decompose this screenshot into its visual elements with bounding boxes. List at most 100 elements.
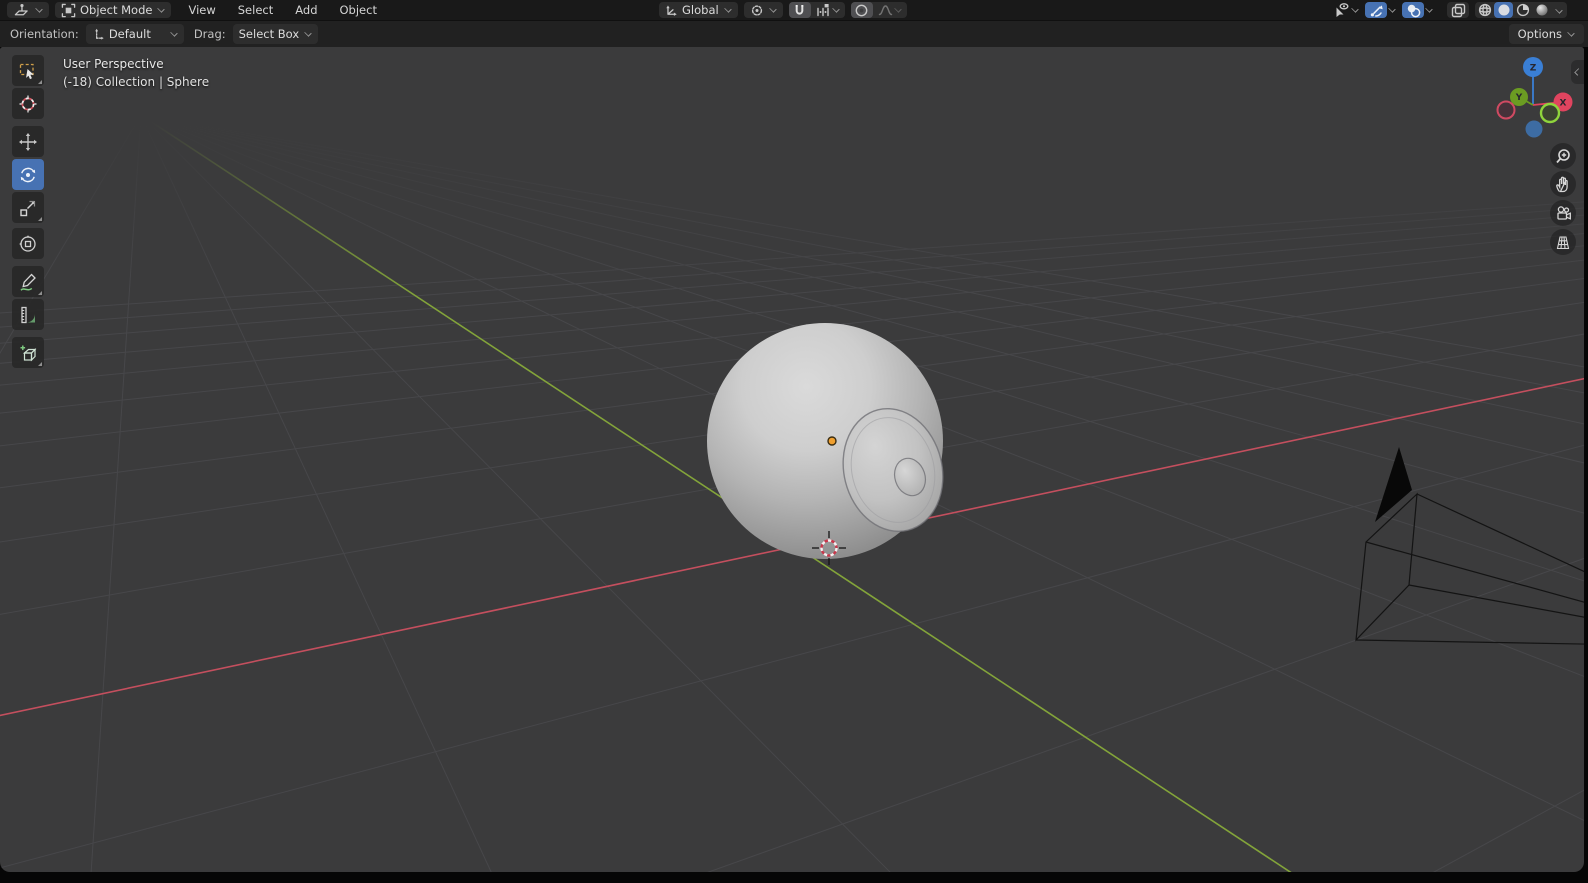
menu-select[interactable]: Select — [227, 3, 284, 17]
blender-window: Object Mode View Select Add Object Globa… — [0, 0, 1588, 883]
tool-annotate[interactable] — [12, 266, 44, 297]
drag-mode-dropdown[interactable]: Select Box — [232, 24, 319, 44]
solid-icon — [1498, 4, 1509, 16]
viewport-header: Object Mode View Select Add Object Globa… — [0, 0, 1588, 20]
xray-toggle[interactable] — [1447, 2, 1469, 18]
shading-material-button[interactable] — [1513, 2, 1532, 18]
zoom-button[interactable] — [1550, 143, 1576, 169]
menu-view[interactable]: View — [177, 3, 226, 17]
shading-mode-group — [1475, 2, 1567, 18]
tool-scale[interactable] — [12, 192, 44, 223]
drag-label: Drag: — [193, 27, 226, 41]
chevron-down-icon — [1351, 4, 1359, 13]
gizmos-toggle[interactable] — [1365, 2, 1387, 18]
orientation-dropdown[interactable]: Global — [659, 2, 738, 18]
magnet-icon — [795, 4, 804, 15]
viewport-info-text: User Perspective (-18) Collection | Sphe… — [63, 55, 209, 91]
sidebar-toggle-tab[interactable] — [1571, 60, 1584, 84]
chevron-down-icon — [832, 4, 840, 13]
scene-canvas[interactable] — [0, 47, 1584, 872]
tool-options-indicator — [38, 362, 42, 366]
drag-value: Select Box — [238, 27, 300, 41]
gizmo-z-axis[interactable]: Z — [1523, 57, 1543, 77]
svg-text:Y: Y — [1515, 93, 1523, 103]
chevron-down-icon — [35, 4, 43, 13]
chevron-down-icon[interactable] — [1555, 6, 1563, 14]
gizmo-z-negative[interactable] — [1525, 120, 1543, 138]
toolbar — [12, 55, 44, 370]
tool-options-indicator — [38, 291, 42, 295]
proportional-editing-toggle[interactable] — [850, 2, 873, 18]
gizmos-control — [1365, 2, 1396, 18]
chevron-left-icon — [1573, 68, 1582, 76]
snap-target-dropdown[interactable] — [811, 2, 845, 18]
3d-viewport[interactable]: User Perspective (-18) Collection | Sphe… — [0, 47, 1584, 872]
overlays-toggle[interactable] — [1402, 2, 1424, 18]
falloff-dropdown[interactable] — [873, 2, 907, 18]
camera-view-icon — [1557, 206, 1571, 220]
svg-text:Z: Z — [1530, 63, 1537, 73]
tool-move[interactable] — [12, 126, 44, 157]
chevron-down-icon — [157, 4, 166, 13]
visibility-dropdown[interactable] — [1333, 2, 1359, 18]
orientation-default-dropdown[interactable]: Default — [85, 24, 184, 44]
axis-icon — [666, 4, 677, 16]
chevron-down-icon — [768, 4, 777, 13]
orthographic-toggle-button[interactable] — [1550, 229, 1576, 255]
viewport-editor-icon — [14, 3, 28, 15]
transform-controls: Global — [659, 2, 907, 18]
tool-rotate[interactable] — [12, 159, 44, 190]
editor-type-button[interactable] — [7, 2, 49, 18]
chevron-down-icon[interactable] — [1388, 4, 1396, 13]
gizmo-x-negative[interactable] — [1496, 100, 1516, 120]
svg-text:X: X — [1560, 98, 1567, 108]
tool-add-cube[interactable] — [12, 337, 44, 368]
orthographic-grid-icon — [1556, 236, 1570, 250]
tool-settings-bar: Orientation: Default Drag: Select Box Op… — [0, 20, 1588, 47]
object-origin-dot — [827, 436, 837, 446]
orientation-label: Orientation: — [10, 27, 79, 41]
proportional-group — [850, 2, 907, 18]
horizon-fade — [0, 47, 1584, 297]
shading-rendered-button[interactable] — [1532, 2, 1551, 18]
chevron-down-icon — [723, 4, 732, 13]
chevron-down-icon — [304, 28, 312, 37]
falloff-curve-icon — [878, 5, 892, 16]
chevron-down-icon — [893, 4, 902, 13]
snap-toggle[interactable] — [788, 2, 811, 18]
gizmo-icon — [1370, 4, 1383, 17]
shading-solid-button[interactable] — [1494, 2, 1513, 18]
tool-cursor[interactable] — [12, 88, 44, 119]
tool-options-indicator — [38, 80, 42, 84]
pivot-point-icon — [751, 5, 762, 16]
tool-measure[interactable] — [12, 299, 44, 330]
mode-selector[interactable]: Object Mode — [55, 2, 172, 18]
menu-object[interactable]: Object — [329, 3, 388, 17]
pivot-point-dropdown[interactable] — [743, 2, 783, 18]
tool-select-box[interactable] — [12, 55, 44, 86]
camera-up-triangle — [1375, 447, 1412, 522]
chevron-down-icon[interactable] — [1425, 4, 1433, 13]
gizmo-y-negative[interactable] — [1539, 102, 1561, 124]
camera-object[interactable] — [1355, 447, 1584, 647]
camera-view-button[interactable] — [1550, 200, 1576, 226]
overlays-icon — [1407, 4, 1420, 17]
zoom-icon — [1556, 149, 1570, 164]
tool-options-indicator — [38, 217, 42, 221]
wireframe-icon — [1478, 3, 1491, 17]
overlays-control — [1402, 2, 1433, 18]
options-label: Options — [1517, 27, 1562, 41]
shading-wireframe-button[interactable] — [1475, 2, 1494, 18]
material-preview-icon — [1516, 3, 1529, 17]
options-dropdown[interactable]: Options — [1508, 24, 1584, 44]
pan-button[interactable] — [1550, 171, 1576, 197]
increment-snap-icon — [817, 3, 829, 16]
object-mode-icon — [61, 3, 76, 17]
menu-add[interactable]: Add — [284, 3, 328, 17]
navigation-gizmo[interactable]: Z Y X — [1492, 55, 1576, 139]
orientation-icon — [94, 28, 104, 40]
xray-icon — [1451, 3, 1465, 17]
orientation-value: Default — [108, 27, 151, 41]
show-object-types-icon — [1336, 3, 1349, 17]
tool-transform[interactable] — [12, 228, 44, 259]
